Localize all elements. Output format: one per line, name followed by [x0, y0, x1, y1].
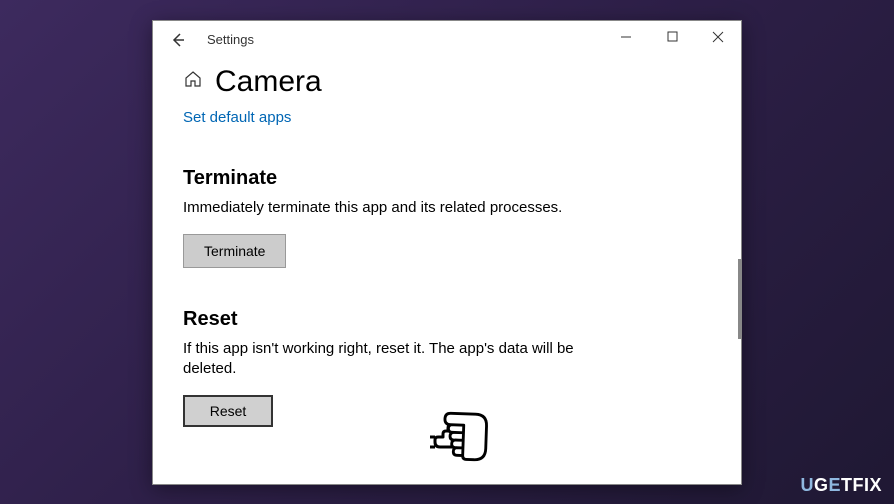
minimize-button[interactable]: [603, 21, 649, 53]
titlebar: Settings: [153, 21, 741, 59]
reset-description: If this app isn't working right, reset i…: [183, 339, 623, 380]
settings-window: Settings: [152, 20, 742, 485]
content-area: Camera Set default apps Terminate Immedi…: [153, 59, 741, 484]
reset-button[interactable]: Reset: [183, 395, 273, 427]
home-icon: [183, 69, 203, 95]
page-header: Camera: [183, 65, 711, 99]
terminate-title: Terminate: [183, 167, 711, 190]
scrollbar-thumb[interactable]: [738, 259, 741, 339]
terminate-description: Immediately terminate this app and its r…: [183, 198, 623, 218]
reset-title: Reset: [183, 308, 711, 331]
watermark: UGETFIX: [800, 475, 882, 496]
window-controls: [603, 21, 741, 53]
terminate-section: Terminate Immediately terminate this app…: [183, 167, 711, 268]
window-title: Settings: [207, 32, 254, 47]
set-default-apps-link[interactable]: Set default apps: [183, 109, 291, 126]
maximize-button[interactable]: [649, 21, 695, 53]
back-button[interactable]: [163, 25, 193, 55]
arrow-left-icon: [170, 32, 186, 48]
close-icon: [712, 31, 724, 43]
page-title: Camera: [215, 65, 322, 99]
reset-section: Reset If this app isn't working right, r…: [183, 308, 711, 428]
close-button[interactable]: [695, 21, 741, 53]
terminate-button[interactable]: Terminate: [183, 234, 286, 268]
minimize-icon: [620, 31, 632, 43]
maximize-icon: [667, 31, 678, 42]
